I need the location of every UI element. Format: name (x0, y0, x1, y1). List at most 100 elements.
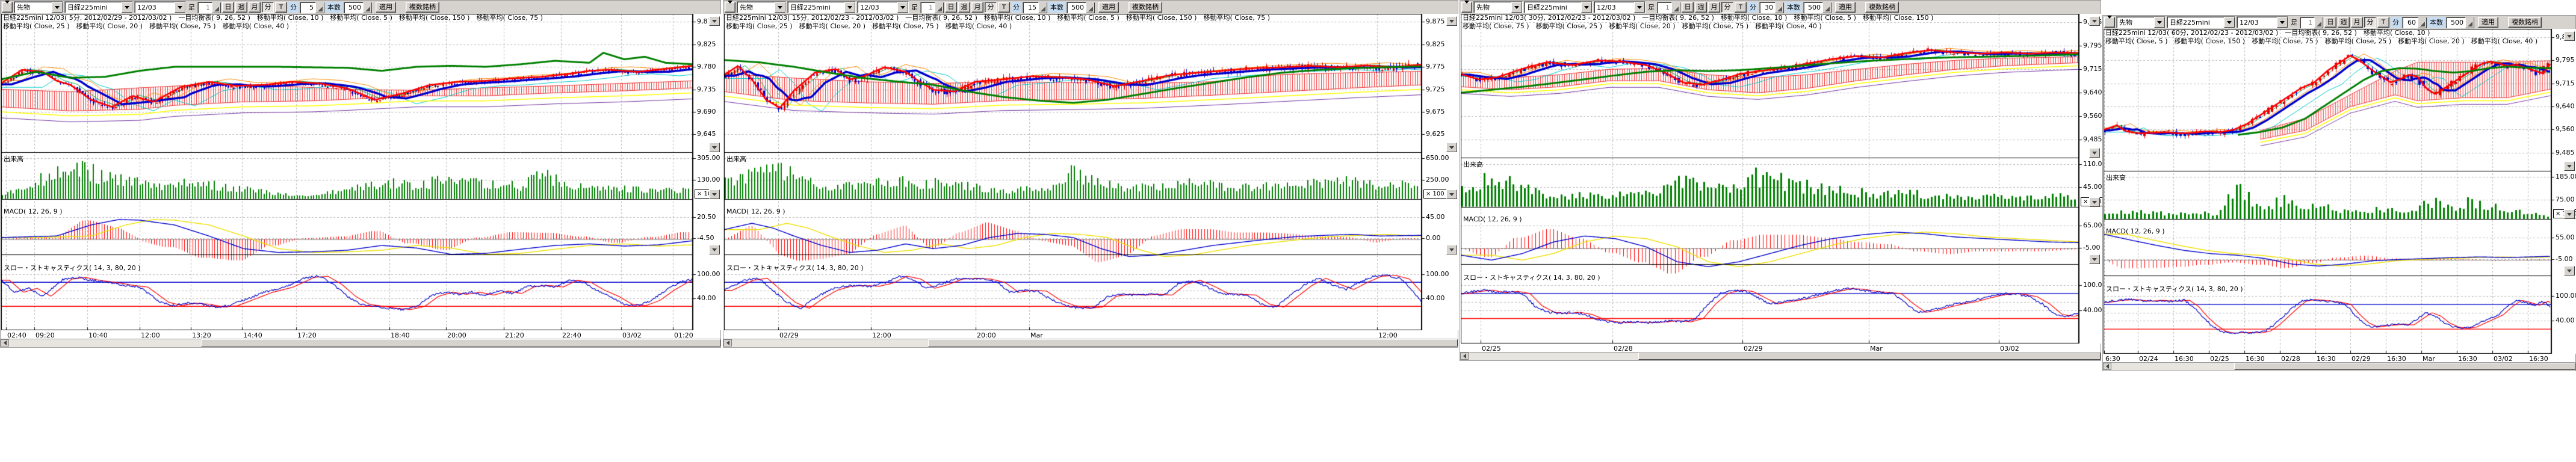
scale-menu-button-3[interactable] (709, 189, 720, 199)
tick-spin-spin-icon[interactable] (2314, 17, 2323, 28)
panel-menu-button[interactable] (1461, 2, 1472, 13)
symbol-combo[interactable]: 日経225mini (64, 1, 133, 13)
symbol-combo[interactable]: 日経225mini (787, 1, 856, 13)
scale-menu-button-2[interactable] (1446, 143, 1457, 152)
symbol-combo-dropdown-icon[interactable] (844, 2, 855, 13)
minute-spin-spin-icon[interactable] (2418, 17, 2427, 28)
panel-menu-button[interactable] (725, 2, 735, 13)
panel-menu-button[interactable] (2, 2, 13, 13)
scrollbar-thumb[interactable] (928, 339, 1458, 346)
contract-month-combo-dropdown-icon[interactable] (1634, 2, 1645, 13)
multi-symbol-button[interactable]: 複数銘柄 (2508, 17, 2542, 28)
instrument-type-combo[interactable]: 先物 (1473, 1, 1523, 13)
scroll-left-button[interactable] (1, 339, 9, 346)
scale-menu-button-2[interactable] (709, 143, 720, 152)
symbol-combo-dropdown-icon[interactable] (2224, 17, 2235, 28)
symbol-combo-dropdown-icon[interactable] (1581, 2, 1592, 13)
scrollbar-thumb[interactable] (2234, 363, 2575, 370)
scroll-left-button[interactable] (2103, 363, 2111, 370)
tick-spin[interactable]: 1 (197, 2, 221, 13)
horizontal-scrollbar[interactable] (2103, 362, 2575, 371)
bar-button-週[interactable]: 週 (235, 2, 247, 13)
contract-month-combo-dropdown-icon[interactable] (2277, 17, 2288, 28)
bar-button-月[interactable]: 月 (971, 2, 983, 13)
contract-month-combo[interactable]: 12/03 (2237, 16, 2288, 28)
scale-menu-button-3[interactable] (2089, 197, 2100, 207)
contract-month-combo[interactable]: 12/03 (134, 1, 186, 13)
bar-button-日[interactable]: 日 (1682, 2, 1694, 13)
apply-button[interactable]: 適用 (2478, 17, 2498, 28)
bar-button-週[interactable]: 週 (2338, 17, 2350, 28)
bar-button-T[interactable]: T (998, 2, 1010, 13)
minute-spin-spin-icon[interactable] (1038, 2, 1047, 13)
contract-month-combo-dropdown-icon[interactable] (897, 2, 908, 13)
bar-button-分[interactable]: 分 (262, 2, 274, 13)
bar-count-spin-spin-icon[interactable] (2465, 17, 2474, 28)
multi-symbol-button[interactable]: 複数銘柄 (1129, 2, 1162, 13)
bar-count-spin[interactable]: 500 (1067, 2, 1095, 13)
scale-menu-button-1[interactable] (709, 16, 720, 26)
bar-count-spin-spin-icon[interactable] (1086, 2, 1095, 13)
minute-spin[interactable]: 15 (1023, 2, 1047, 13)
bar-button-T[interactable]: T (1735, 2, 1747, 13)
tick-spin-spin-icon[interactable] (1671, 2, 1680, 13)
tick-spin[interactable]: 1 (920, 2, 944, 13)
contract-month-combo-dropdown-icon[interactable] (175, 2, 185, 13)
scale-menu-button-3[interactable] (2564, 209, 2575, 219)
panel-menu-button[interactable] (2104, 17, 2115, 28)
horizontal-scrollbar[interactable] (1, 339, 720, 347)
symbol-combo[interactable]: 日経225mini (1524, 1, 1593, 13)
bar-button-分[interactable]: 分 (985, 2, 997, 13)
bar-button-週[interactable]: 週 (1695, 2, 1707, 13)
scale-menu-button-4[interactable] (1446, 245, 1457, 254)
bar-button-週[interactable]: 週 (958, 2, 970, 13)
minute-spin-spin-icon[interactable] (315, 2, 324, 13)
multi-symbol-button[interactable]: 複数銘柄 (406, 2, 439, 13)
bar-button-T[interactable]: T (2377, 17, 2389, 28)
bar-button-日[interactable]: 日 (222, 2, 234, 13)
bar-count-spin[interactable]: 500 (2446, 17, 2474, 28)
contract-month-combo[interactable]: 12/03 (857, 1, 909, 13)
minute-spin-spin-icon[interactable] (1775, 2, 1784, 13)
symbol-combo-dropdown-icon[interactable] (122, 2, 132, 13)
apply-button[interactable]: 適用 (1835, 2, 1856, 13)
apply-button[interactable]: 適用 (376, 2, 396, 13)
minute-spin[interactable]: 5 (300, 2, 324, 13)
bar-button-分[interactable]: 分 (2364, 17, 2376, 28)
bar-button-日[interactable]: 日 (2324, 17, 2336, 28)
horizontal-scrollbar[interactable] (723, 339, 1458, 347)
bar-button-日[interactable]: 日 (945, 2, 957, 13)
instrument-type-combo-dropdown-icon[interactable] (52, 2, 63, 13)
scale-menu-button-1[interactable] (1446, 16, 1457, 26)
scale-menu-button-2[interactable] (2089, 148, 2100, 158)
apply-button[interactable]: 適用 (1098, 2, 1119, 13)
instrument-type-combo-dropdown-icon[interactable] (775, 2, 785, 13)
instrument-type-combo-dropdown-icon[interactable] (2154, 17, 2165, 28)
scale-menu-button-4[interactable] (2089, 254, 2100, 264)
bar-button-月[interactable]: 月 (1708, 2, 1720, 13)
bar-button-月[interactable]: 月 (249, 2, 261, 13)
tick-spin-spin-icon[interactable] (935, 2, 944, 13)
instrument-type-combo[interactable]: 先物 (737, 1, 786, 13)
scrollbar-thumb[interactable] (1638, 353, 2101, 360)
instrument-type-combo-dropdown-icon[interactable] (1511, 2, 1522, 13)
minute-spin[interactable]: 30 (1759, 2, 1784, 13)
scrollbar-thumb[interactable] (201, 339, 720, 346)
scale-menu-button-1[interactable] (2089, 16, 2100, 26)
bar-count-spin-spin-icon[interactable] (363, 2, 372, 13)
instrument-type-combo[interactable]: 先物 (14, 1, 63, 13)
bar-button-月[interactable]: 月 (2351, 17, 2363, 28)
scale-menu-button-4[interactable] (709, 245, 720, 254)
bar-count-spin[interactable]: 500 (344, 2, 372, 13)
tick-spin[interactable]: 1 (2300, 17, 2323, 28)
scale-menu-button-4[interactable] (2564, 266, 2575, 276)
scale-menu-button-2[interactable] (2564, 161, 2575, 171)
scale-menu-button-3[interactable] (1446, 189, 1457, 199)
scroll-left-button[interactable] (1460, 353, 1469, 360)
symbol-combo[interactable]: 日経225mini (2167, 16, 2235, 28)
scale-menu-button-1[interactable] (2564, 31, 2575, 41)
bar-button-分[interactable]: 分 (1721, 2, 1733, 13)
bar-count-spin[interactable]: 500 (1803, 2, 1831, 13)
contract-month-combo[interactable]: 12/03 (1594, 1, 1646, 13)
horizontal-scrollbar[interactable] (1460, 352, 2101, 360)
